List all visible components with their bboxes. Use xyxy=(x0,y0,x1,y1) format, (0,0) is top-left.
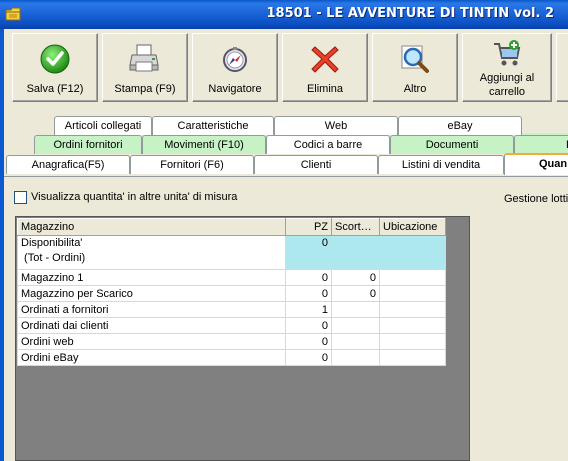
title-bar[interactable]: 18501 - LE AVVENTURE DI TINTIN vol. 2 xyxy=(0,0,568,29)
check-circle-icon xyxy=(40,44,70,74)
cell-scorta[interactable] xyxy=(331,317,380,334)
navigator-button-label: Navigatore xyxy=(208,83,262,95)
stock-grid[interactable]: Magazzino PZ Scort… Ubicazione Disponibi… xyxy=(15,216,470,461)
cell-ubicazione[interactable] xyxy=(379,349,446,366)
units-checkbox-label: Visualizza quantita' in altre unita' di … xyxy=(31,191,238,203)
toolbar: Salva (F12) Stampa (F9) Navigatore Elimi… xyxy=(4,29,568,105)
column-header-scorta[interactable]: Scort… xyxy=(331,218,380,236)
cell-pz[interactable]: 0 xyxy=(285,317,332,334)
cell-ubicazione[interactable] xyxy=(379,301,446,318)
tab-web[interactable]: Web xyxy=(274,116,398,135)
tab-strip: Articoli collegati Caratteristiche Web e… xyxy=(4,105,568,177)
add-to-cart-button[interactable]: Aggiungi al carrello xyxy=(462,33,552,102)
tab-codici-a-barre[interactable]: Codici a barre xyxy=(266,135,390,154)
cell-scorta[interactable] xyxy=(331,301,380,318)
folder-app-icon xyxy=(5,7,21,21)
print-button-label: Stampa (F9) xyxy=(114,83,176,95)
table-row[interactable]: Ordini web 0 xyxy=(17,333,446,350)
tab-documenti[interactable]: Documenti xyxy=(390,135,514,154)
delete-button-label: Elimina xyxy=(306,83,344,95)
delete-button[interactable]: Elimina xyxy=(282,33,368,102)
cell-scorta[interactable]: 0 xyxy=(331,285,380,302)
cell-ubicazione[interactable] xyxy=(379,235,446,270)
toolbar-button-partial[interactable] xyxy=(556,33,568,102)
printer-icon xyxy=(129,44,159,72)
window-title: 18501 - LE AVVENTURE DI TINTIN vol. 2 xyxy=(266,6,555,21)
cell-ubicazione[interactable] xyxy=(379,285,446,302)
table-row[interactable]: Ordinati a fornitori 1 xyxy=(17,301,446,318)
save-button-label: Salva (F12) xyxy=(26,83,84,95)
delete-x-icon xyxy=(311,46,339,73)
cell-pz[interactable]: 0 xyxy=(285,285,332,302)
table-row[interactable]: Magazzino per Scarico 0 0 xyxy=(17,285,446,302)
cell-scorta[interactable] xyxy=(331,333,380,350)
row-label: Ordini web xyxy=(17,333,286,350)
table-row[interactable]: Magazzino 1 0 0 xyxy=(17,269,446,286)
cart-icon xyxy=(494,40,521,66)
table-row[interactable]: Ordinati dai clienti 0 xyxy=(17,317,446,334)
cell-ubicazione[interactable] xyxy=(379,269,446,286)
tab-clienti[interactable]: Clienti xyxy=(254,155,378,174)
row-label: Magazzino 1 xyxy=(17,269,286,286)
add-to-cart-label-line1: Aggiungi al xyxy=(479,72,535,84)
tab-ordini-fornitori[interactable]: Ordini fornitori xyxy=(34,135,142,154)
tab-articoli-collegati[interactable]: Articoli collegati xyxy=(54,116,152,135)
stock-table: Magazzino PZ Scort… Ubicazione Disponibi… xyxy=(17,218,446,366)
tab-fornitori[interactable]: Fornitori (F6) xyxy=(130,155,254,174)
cell-pz[interactable]: 0 xyxy=(285,235,332,270)
tab-ebay[interactable]: eBay xyxy=(398,116,522,135)
table-row[interactable]: Ordini eBay 0 xyxy=(17,349,446,366)
units-checkbox[interactable] xyxy=(14,191,27,204)
compass-icon xyxy=(223,47,247,72)
add-to-cart-label-line2: carrello xyxy=(488,86,526,98)
other-button-label: Altro xyxy=(403,83,427,95)
cell-scorta[interactable] xyxy=(331,349,380,366)
row-label: Ordini eBay xyxy=(17,349,286,366)
tab-listini-di-vendita[interactable]: Listini di vendita xyxy=(378,155,504,174)
cell-scorta[interactable]: 0 xyxy=(331,269,380,286)
row-label-line2: (Tot - Ordini) xyxy=(21,252,86,264)
magnifier-icon xyxy=(401,45,429,73)
row-label-line1: Disponibilita' xyxy=(21,237,83,249)
cell-ubicazione[interactable] xyxy=(379,333,446,350)
column-header-ubicazione[interactable]: Ubicazione xyxy=(379,218,446,236)
tab-quantita[interactable]: Quan xyxy=(504,153,568,175)
row-label: Ordinati a fornitori xyxy=(17,301,286,318)
row-label: Ordinati dai clienti xyxy=(17,317,286,334)
cell-scorta[interactable] xyxy=(331,235,380,270)
tab-anagrafica[interactable]: Anagrafica(F5) xyxy=(6,155,130,174)
table-row[interactable]: Disponibilita' (Tot - Ordini) 0 xyxy=(17,235,446,270)
cell-pz[interactable]: 0 xyxy=(285,333,332,350)
navigator-button[interactable]: Navigatore xyxy=(192,33,278,102)
cell-pz[interactable]: 0 xyxy=(285,349,332,366)
column-header-pz[interactable]: PZ xyxy=(285,218,332,236)
tab-movimenti[interactable]: Movimenti (F10) xyxy=(142,135,266,154)
save-button[interactable]: Salva (F12) xyxy=(12,33,98,102)
row-label: Disponibilita' (Tot - Ordini) xyxy=(17,235,286,270)
print-button[interactable]: Stampa (F9) xyxy=(102,33,188,102)
cell-ubicazione[interactable] xyxy=(379,317,446,334)
row-label: Magazzino per Scarico xyxy=(17,285,286,302)
cell-pz[interactable]: 0 xyxy=(285,269,332,286)
tab-caratteristiche[interactable]: Caratteristiche xyxy=(152,116,274,135)
tab-partial-f[interactable]: F xyxy=(514,135,568,154)
other-button[interactable]: Altro xyxy=(372,33,458,102)
column-header-magazzino[interactable]: Magazzino xyxy=(17,218,286,236)
cell-pz[interactable]: 1 xyxy=(285,301,332,318)
lot-management-label[interactable]: Gestione lotti xyxy=(504,193,568,205)
